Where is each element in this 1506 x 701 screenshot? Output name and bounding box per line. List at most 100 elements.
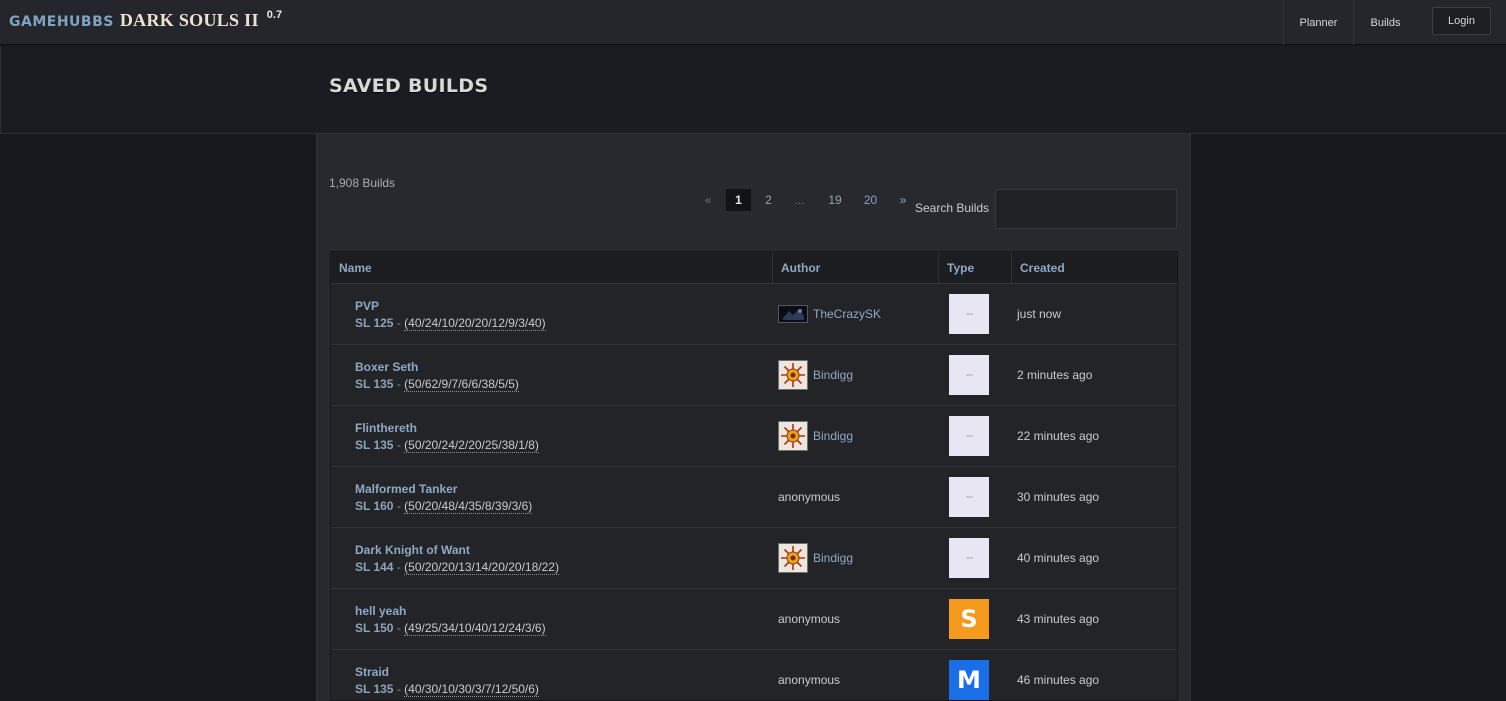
build-summary: SL 135 - (50/62/9/7/6/6/38/5/5) xyxy=(355,377,519,392)
soul-level: SL 135 xyxy=(355,682,394,696)
pagination-page-1[interactable]: 1 xyxy=(726,189,751,211)
table-row: Straid SL 135 - (40/30/10/30/3/7/12/50/6)… xyxy=(331,650,1177,701)
build-name-cell: Boxer Seth SL 135 - (50/62/9/7/6/6/38/5/5… xyxy=(355,359,519,393)
build-name-link[interactable]: hell yeah xyxy=(355,603,546,619)
pagination-page-20[interactable]: 20 xyxy=(857,189,884,211)
separator: - xyxy=(393,377,405,391)
soul-level: SL 160 xyxy=(355,499,394,513)
soul-level: SL 135 xyxy=(355,377,394,391)
pagination-ellipsis: ... xyxy=(794,193,805,207)
table-row: PVP SL 125 - (40/24/10/20/20/12/9/3/40) Th… xyxy=(331,284,1177,345)
created-time: 43 minutes ago xyxy=(1017,612,1100,626)
build-stats[interactable]: (49/25/34/10/40/12/24/3/6) xyxy=(404,621,546,636)
nav-builds-link[interactable]: Builds xyxy=(1353,0,1417,45)
table-header: Name Author Type Created xyxy=(331,252,1177,284)
nav-planner-link[interactable]: Planner xyxy=(1283,0,1353,45)
author-name: anonymous xyxy=(778,673,841,687)
soul-level: SL 150 xyxy=(355,621,394,635)
build-name-link[interactable]: Boxer Seth xyxy=(355,359,519,375)
build-summary: SL 125 - (40/24/10/20/20/12/9/3/40) xyxy=(355,316,546,331)
game-title-logo: DARK SOULS II xyxy=(119,10,259,30)
build-name-link[interactable]: Flinthereth xyxy=(355,420,539,436)
table-row: Boxer Seth SL 135 - (50/62/9/7/6/6/38/5/5… xyxy=(331,345,1177,406)
build-name-cell: PVP SL 125 - (40/24/10/20/20/12/9/3/40) xyxy=(355,298,546,332)
pagination-page-19[interactable]: 19 xyxy=(822,189,848,211)
build-name-cell: Straid SL 135 - (40/30/10/30/3/7/12/50/6) xyxy=(355,664,539,698)
separator: - xyxy=(393,621,405,635)
separator: - xyxy=(393,316,405,330)
build-type-icon: M xyxy=(949,660,989,700)
build-stats[interactable]: (50/20/20/13/14/20/20/18/22) xyxy=(404,560,559,575)
build-name-link[interactable]: Dark Knight of Want xyxy=(355,542,559,558)
created-time: 2 minutes ago xyxy=(1017,368,1093,382)
column-header-author[interactable]: Author xyxy=(772,252,938,283)
build-name-cell: hell yeah SL 150 - (49/25/34/10/40/12/24/… xyxy=(355,603,546,637)
pagination-prev: « xyxy=(704,193,712,207)
created-time: 40 minutes ago xyxy=(1017,551,1100,565)
pagination-next[interactable]: » xyxy=(894,189,912,211)
column-header-name[interactable]: Name xyxy=(331,252,772,283)
build-summary: SL 160 - (50/20/48/4/35/8/39/3/6) xyxy=(355,499,533,514)
author-cell: anonymous xyxy=(778,589,840,649)
soul-level: SL 135 xyxy=(355,438,394,452)
build-summary: SL 150 - (49/25/34/10/40/12/24/3/6) xyxy=(355,621,546,636)
build-summary: SL 135 - (40/30/10/30/3/7/12/50/6) xyxy=(355,682,539,697)
gamehubs-logo-text: GAMEHUBBS xyxy=(9,14,114,30)
column-header-type[interactable]: Type xyxy=(938,252,1011,283)
created-time: just now xyxy=(1017,307,1062,321)
author-cell: anonymous xyxy=(778,650,840,701)
build-type-letter: S xyxy=(960,605,978,633)
separator: - xyxy=(393,438,405,452)
builds-table: Name Author Type Created PVP SL 125 - (40… xyxy=(330,251,1178,701)
build-name-link[interactable]: Straid xyxy=(355,664,539,680)
page-header xyxy=(0,46,1506,134)
author-avatar-banner-icon[interactable] xyxy=(778,305,808,323)
author-cell: Bindigg xyxy=(778,528,853,588)
build-stats[interactable]: (50/62/9/7/6/6/38/5/5) xyxy=(404,377,519,392)
created-time: 30 minutes ago xyxy=(1017,490,1100,504)
soul-level: SL 125 xyxy=(355,316,394,330)
table-row: Flinthereth SL 135 - (50/20/24/2/20/25/38… xyxy=(331,406,1177,467)
build-stats[interactable]: (50/20/48/4/35/8/39/3/6) xyxy=(404,499,533,514)
login-button[interactable]: Login xyxy=(1432,7,1491,35)
author-name: anonymous xyxy=(778,612,841,626)
build-summary: SL 144 - (50/20/20/13/14/20/20/18/22) xyxy=(355,560,559,575)
author-link[interactable]: Bindigg xyxy=(813,368,853,382)
build-summary: SL 135 - (50/20/24/2/20/25/38/1/8) xyxy=(355,438,539,453)
build-stats[interactable]: (50/20/24/2/20/25/38/1/8) xyxy=(404,438,539,453)
search-builds-label: Search Builds xyxy=(915,201,990,215)
author-avatar-sun-emblem-icon[interactable] xyxy=(778,543,808,573)
column-header-created[interactable]: Created xyxy=(1011,252,1177,283)
build-type-icon: S xyxy=(949,599,989,639)
author-name: anonymous xyxy=(778,490,841,504)
author-link[interactable]: TheCrazySK xyxy=(813,307,881,321)
build-stats[interactable]: (40/30/10/30/3/7/12/50/6) xyxy=(404,682,539,697)
created-time: 46 minutes ago xyxy=(1017,673,1100,687)
build-name-cell: Dark Knight of Want SL 144 - (50/20/20/13… xyxy=(355,542,559,576)
soul-level: SL 144 xyxy=(355,560,394,574)
build-type-icon xyxy=(949,416,989,456)
table-row: Malformed Tanker SL 160 - (50/20/48/4/35/… xyxy=(331,467,1177,528)
search-builds-input[interactable] xyxy=(995,189,1177,229)
created-time: 22 minutes ago xyxy=(1017,429,1100,443)
pagination-page-2[interactable]: 2 xyxy=(756,189,781,211)
author-link[interactable]: Bindigg xyxy=(813,429,853,443)
author-cell: TheCrazySK xyxy=(778,284,881,344)
top-nav: GAMEHUBBS DARK SOULS II 0.7 Planner Buil… xyxy=(0,0,1506,45)
author-avatar-sun-emblem-icon[interactable] xyxy=(778,360,808,390)
table-row: hell yeah SL 150 - (49/25/34/10/40/12/24/… xyxy=(331,589,1177,650)
build-name-cell: Flinthereth SL 135 - (50/20/24/2/20/25/38… xyxy=(355,420,539,454)
build-name-cell: Malformed Tanker SL 160 - (50/20/48/4/35/… xyxy=(355,481,533,515)
build-stats[interactable]: (40/24/10/20/20/12/9/3/40) xyxy=(404,316,546,331)
build-type-icon xyxy=(949,294,989,334)
table-row: Dark Knight of Want SL 144 - (50/20/20/13… xyxy=(331,528,1177,589)
author-avatar-sun-emblem-icon[interactable] xyxy=(778,421,808,451)
build-type-icon xyxy=(949,477,989,517)
build-type-letter: M xyxy=(957,666,981,694)
author-link[interactable]: Bindigg xyxy=(813,551,853,565)
site-logo[interactable]: GAMEHUBBS DARK SOULS II 0.7 xyxy=(9,9,283,31)
author-cell: Bindigg xyxy=(778,406,853,466)
version-badge: 0.7 xyxy=(266,9,283,21)
build-name-link[interactable]: PVP xyxy=(355,298,546,314)
build-name-link[interactable]: Malformed Tanker xyxy=(355,481,532,497)
